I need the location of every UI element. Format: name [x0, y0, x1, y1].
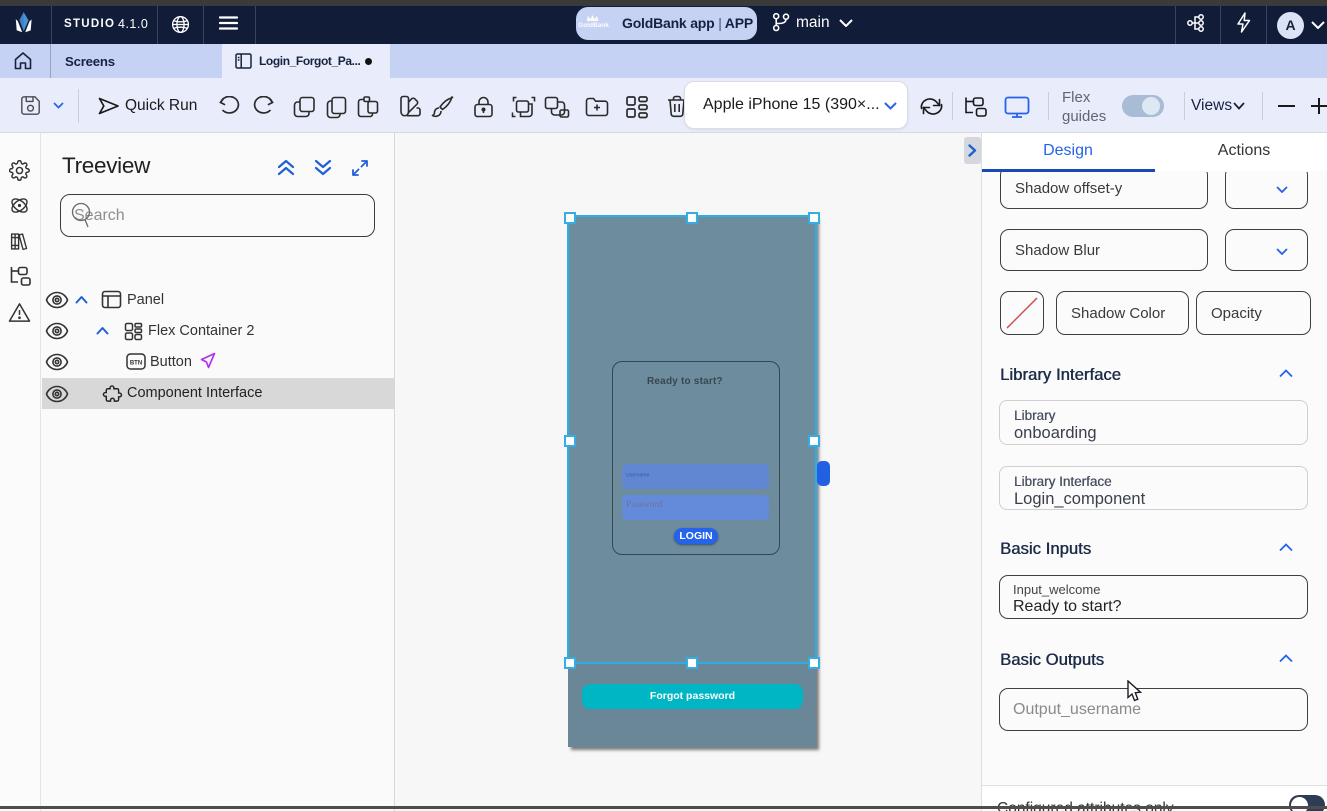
svg-text:BTN: BTN [130, 361, 142, 367]
